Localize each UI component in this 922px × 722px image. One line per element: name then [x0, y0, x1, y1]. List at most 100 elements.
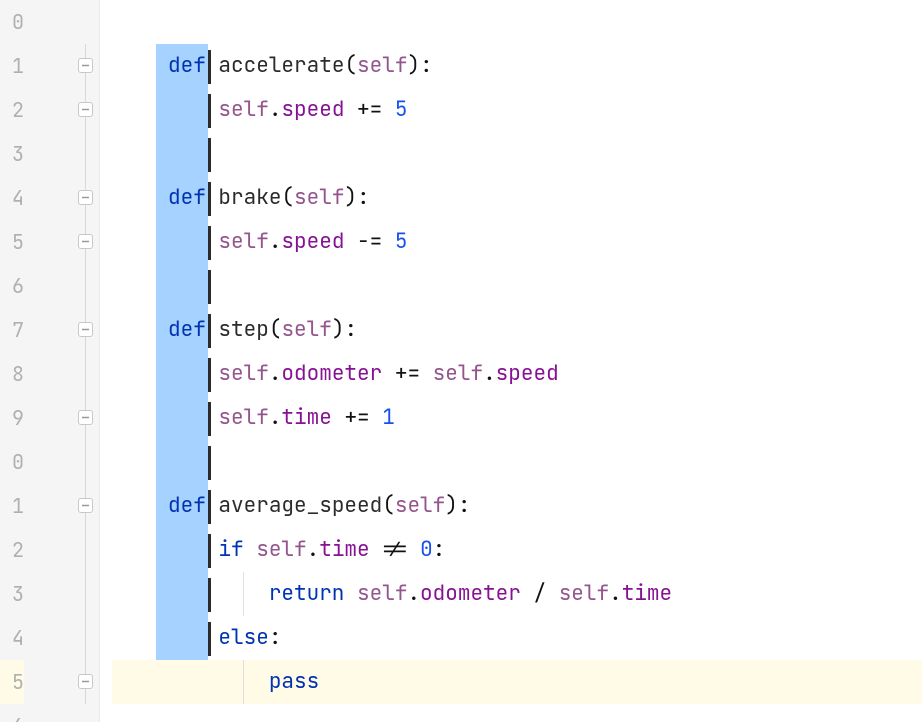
line-number: 0 — [0, 440, 24, 484]
token-plain — [168, 580, 269, 607]
token-paren: ( — [269, 316, 282, 343]
line-number: 9 — [0, 396, 24, 440]
token-plain — [168, 668, 269, 695]
code-line[interactable]: def accelerate(self): — [112, 44, 922, 88]
code-line[interactable] — [112, 704, 922, 722]
token-attr: speed — [496, 360, 559, 387]
token-paren: ( — [382, 492, 395, 519]
code-area[interactable]: def accelerate(self): self.speed += 5def… — [100, 0, 922, 722]
token-plain — [168, 536, 218, 563]
token-kw: if — [218, 536, 243, 563]
token-self: self — [218, 96, 268, 123]
line-number: 1 — [0, 44, 24, 88]
token-kw: pass — [269, 668, 319, 695]
code-line[interactable] — [112, 0, 922, 44]
fold-toggle-icon[interactable] — [78, 102, 93, 117]
line-numbers-column: 01234567890123456 — [0, 0, 28, 722]
token-paren: ): — [344, 184, 369, 211]
fold-toggle-icon[interactable] — [78, 410, 93, 425]
line-number: 4 — [0, 616, 24, 660]
fold-toggle-icon[interactable] — [78, 58, 93, 73]
line-number: 0 — [0, 0, 24, 44]
token-self: self — [395, 492, 445, 519]
token-num: 1 — [382, 404, 395, 431]
code-line[interactable]: if self.time != 0: — [112, 528, 922, 572]
token-plain: . — [269, 360, 282, 387]
line-number: 1 — [0, 484, 24, 528]
code-line[interactable]: self.time += 1 — [112, 396, 922, 440]
token-plain — [332, 404, 345, 431]
token-plain — [168, 404, 218, 431]
token-op: += — [395, 360, 420, 387]
token-kw: def — [168, 184, 206, 211]
code-line[interactable]: self.speed -= 5 — [112, 220, 922, 264]
token-plain — [344, 580, 357, 607]
line-number: 3 — [0, 572, 24, 616]
line-number: 4 — [0, 176, 24, 220]
token-plain — [206, 316, 219, 343]
line-number: 2 — [0, 88, 24, 132]
token-attr: time — [281, 404, 331, 431]
token-plain — [382, 228, 395, 255]
token-plain: . — [269, 228, 282, 255]
token-plain — [370, 536, 383, 563]
token-op: != — [382, 536, 407, 563]
fold-toggle-icon[interactable] — [78, 674, 93, 689]
code-line[interactable]: self.speed += 5 — [112, 88, 922, 132]
token-self: self — [433, 360, 483, 387]
token-plain: : — [269, 624, 282, 651]
code-line[interactable]: pass — [112, 660, 922, 704]
line-number: 7 — [0, 308, 24, 352]
code-editor[interactable]: 01234567890123456 def accelerate(self): … — [0, 0, 922, 722]
token-attr: time — [622, 580, 672, 607]
fold-toggle-icon[interactable] — [78, 322, 93, 337]
token-def-name: average_speed — [218, 492, 382, 519]
token-kw: def — [168, 492, 206, 519]
code-line[interactable] — [112, 264, 922, 308]
token-plain: . — [609, 580, 622, 607]
token-paren: ): — [445, 492, 470, 519]
token-def-name: brake — [218, 184, 281, 211]
token-self: self — [357, 580, 407, 607]
token-plain — [407, 536, 420, 563]
token-plain — [344, 228, 357, 255]
code-line[interactable]: else: — [112, 616, 922, 660]
token-self: self — [357, 52, 407, 79]
token-self: self — [294, 184, 344, 211]
token-self: self — [218, 228, 268, 255]
token-op: -= — [357, 228, 382, 255]
token-plain — [168, 96, 218, 123]
token-self: self — [559, 580, 609, 607]
token-paren: ( — [281, 184, 294, 211]
code-line[interactable]: def average_speed(self): — [112, 484, 922, 528]
line-number: 6 — [0, 264, 24, 308]
token-paren: ( — [344, 52, 357, 79]
token-op: / — [533, 580, 546, 607]
token-plain: . — [407, 580, 420, 607]
code-line[interactable] — [112, 132, 922, 176]
fold-toggle-icon[interactable] — [78, 234, 93, 249]
code-line[interactable]: self.odometer += self.speed — [112, 352, 922, 396]
token-self: self — [256, 536, 306, 563]
token-def-name: accelerate — [218, 52, 344, 79]
token-plain — [370, 404, 383, 431]
token-self: self — [281, 316, 331, 343]
line-number: 8 — [0, 352, 24, 396]
token-plain — [521, 580, 534, 607]
token-attr: odometer — [281, 360, 382, 387]
token-attr: speed — [281, 96, 344, 123]
token-num: 5 — [395, 96, 408, 123]
fold-toggle-icon[interactable] — [78, 498, 93, 513]
code-line[interactable] — [112, 440, 922, 484]
token-attr: time — [319, 536, 369, 563]
code-line[interactable]: def brake(self): — [112, 176, 922, 220]
token-plain — [168, 624, 218, 651]
token-op: += — [357, 96, 382, 123]
token-def-name: step — [218, 316, 268, 343]
fold-toggle-icon[interactable] — [78, 190, 93, 205]
indent-guide — [243, 660, 244, 704]
code-line[interactable]: def step(self): — [112, 308, 922, 352]
line-number: 5 — [0, 660, 24, 704]
code-line[interactable]: return self.odometer / self.time — [112, 572, 922, 616]
token-plain: . — [307, 536, 320, 563]
